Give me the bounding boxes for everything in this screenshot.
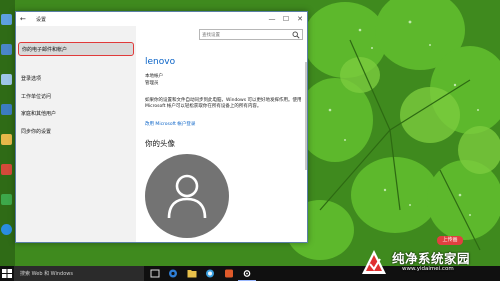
recycle-bin-icon[interactable] <box>1 74 12 85</box>
task-view-icon[interactable] <box>150 269 160 278</box>
scrollbar[interactable] <box>305 62 307 170</box>
user-name: lenovo <box>145 57 176 67</box>
search-input[interactable] <box>202 31 288 39</box>
store-icon[interactable] <box>205 269 215 278</box>
sidebar-item-sync-settings[interactable]: 同步你的设置 <box>18 125 134 139</box>
taskbar-search[interactable]: 搜索 Web 和 Windows <box>14 266 144 281</box>
avatar-section-title: 你的头像 <box>145 139 175 148</box>
sidebar-item-work-access[interactable]: 工作单位访问 <box>18 90 134 104</box>
account-role: 管理员 <box>145 81 159 86</box>
user-silhouette-icon <box>167 174 207 219</box>
avatar <box>145 154 229 238</box>
taskbar-search-label: 搜索 Web 和 Windows <box>20 271 73 277</box>
sidebar: 帐户 你的电子邮件和帐户 登录选项 工作单位访问 家庭和其他用户 同步你的设置 <box>16 26 136 242</box>
window-title: 设置 <box>36 17 47 23</box>
desktop-icons <box>0 0 14 266</box>
settings-icon[interactable] <box>242 269 252 278</box>
edge-icon[interactable] <box>168 269 178 278</box>
app-shortcut-icon[interactable] <box>1 194 12 205</box>
sidebar-item-label: 登录选项 <box>21 76 42 82</box>
sidebar-item-label: 工作单位访问 <box>21 94 52 100</box>
watermark-title: 纯净系统家园 <box>392 251 471 266</box>
app-icon[interactable] <box>224 269 234 278</box>
maximize-button[interactable]: ☐ <box>280 14 292 24</box>
main-content: lenovo 本地帐户 管理员 如果你的设置和文件自动同步到此电脑，Window… <box>137 26 307 242</box>
title-bar[interactable]: ← 设置 — ☐ ✕ <box>16 12 307 26</box>
back-arrow-icon[interactable]: ← <box>20 15 26 23</box>
account-type: 本地帐户 <box>145 74 163 79</box>
watermark-url: www.yidaimei.com <box>402 266 454 272</box>
tray-badge[interactable]: 上传画 <box>437 236 463 245</box>
sidebar-item-sign-in-options[interactable]: 登录选项 <box>18 72 134 86</box>
sidebar-item-label: 同步你的设置 <box>21 129 52 135</box>
search-icon[interactable] <box>292 31 300 39</box>
watermark-logo-icon <box>362 250 386 274</box>
computer-icon[interactable] <box>1 14 12 25</box>
network-icon[interactable] <box>1 44 12 55</box>
settings-window: ← 设置 — ☐ ✕ 帐户 你的电子邮件和帐户 登录选项 工作单位访问 <box>15 11 308 243</box>
minimize-button[interactable]: — <box>266 14 278 24</box>
windows-start-icon[interactable] <box>2 269 12 278</box>
qq-icon[interactable] <box>1 224 12 235</box>
search-box[interactable] <box>199 29 303 40</box>
sidebar-item-label: 家庭和其他用户 <box>21 111 57 117</box>
folder-icon[interactable] <box>1 134 12 145</box>
close-button[interactable]: ✕ <box>294 14 306 24</box>
file-explorer-icon[interactable] <box>187 269 197 278</box>
sidebar-item-family-users[interactable]: 家庭和其他用户 <box>18 107 134 121</box>
microsoft-signin-link[interactable]: 改用 Microsoft 帐户登录 <box>145 121 195 127</box>
sidebar-item-label: 你的电子邮件和帐户 <box>22 47 68 53</box>
control-panel-icon[interactable] <box>1 104 12 115</box>
app-shortcut-icon[interactable] <box>1 164 12 175</box>
account-description: 如果你的设置和文件自动同步到此电脑，Windows 可以更好地发挥作用。使用 M… <box>145 98 302 109</box>
watermark: 纯净系统家园 www.yidaimei.com <box>358 246 498 278</box>
sidebar-item-email-accounts[interactable]: 你的电子邮件和帐户 <box>18 42 134 56</box>
